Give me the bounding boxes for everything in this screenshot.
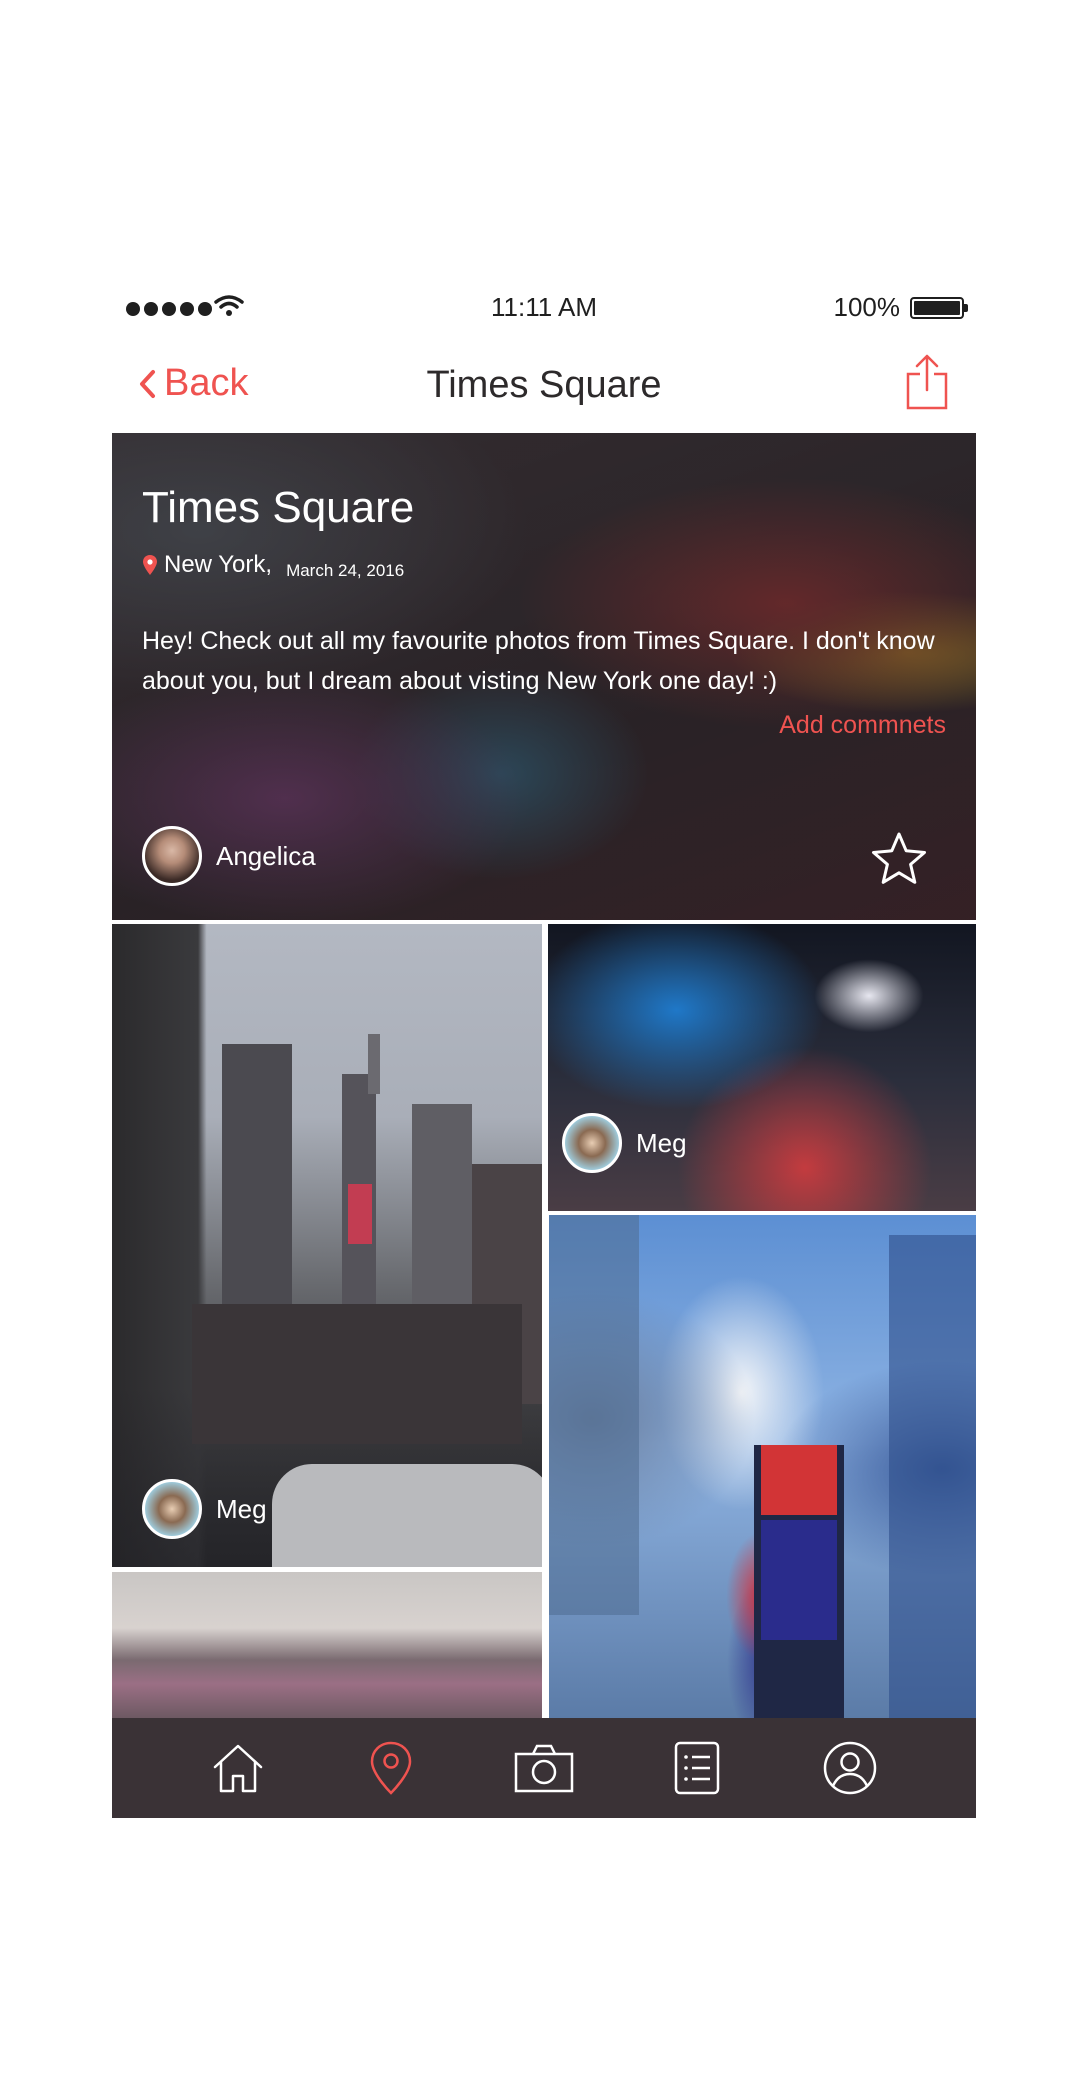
post-location: New York, March 24, 2016: [142, 551, 404, 581]
share-icon: [906, 354, 948, 410]
author-name: Meg: [636, 1127, 687, 1158]
status-bar: 11:11 AM 100%: [112, 280, 976, 330]
avatar: [142, 1479, 202, 1539]
avatar: [562, 1113, 622, 1173]
photo-image: [549, 1215, 976, 1723]
star-icon: [872, 832, 926, 884]
camera-icon: [514, 1744, 574, 1793]
tab-home[interactable]: [203, 1733, 273, 1803]
location-pin-icon: [143, 555, 157, 575]
tab-profile[interactable]: [815, 1733, 885, 1803]
home-icon: [214, 1744, 263, 1793]
author-name: Angelica: [216, 840, 316, 871]
photo-tile[interactable]: Meg: [548, 924, 976, 1211]
author-name: Meg: [216, 1493, 267, 1524]
add-comments-link[interactable]: Add commnets: [779, 711, 946, 740]
post-title: Times Square: [142, 483, 415, 532]
photo-author[interactable]: Meg: [142, 1479, 267, 1539]
tab-camera[interactable]: [509, 1733, 579, 1803]
post-description: Hey! Check out all my favourite photos f…: [142, 627, 935, 695]
post-date: March 24, 2016: [286, 561, 405, 580]
tab-places[interactable]: [356, 1733, 426, 1803]
battery-icon: [910, 297, 968, 319]
profile-icon: [823, 1741, 876, 1795]
photo-tile[interactable]: [112, 1572, 542, 1732]
phone-screen: 11:11 AM 100% Back Times Square Times Sq…: [112, 280, 976, 1818]
list-icon: [674, 1741, 720, 1795]
share-button[interactable]: [904, 352, 950, 417]
tab-bar: [112, 1718, 976, 1818]
city-label: New York,: [164, 551, 273, 578]
hero-post: Times Square New York, March 24, 2016 He…: [112, 433, 976, 920]
photo-image: [112, 1572, 542, 1732]
photo-author[interactable]: Meg: [562, 1113, 687, 1173]
location-city: New York,: [142, 551, 272, 579]
photo-tile[interactable]: [549, 1215, 976, 1723]
photo-image: [112, 924, 542, 1567]
avatar: [142, 826, 202, 886]
battery-percentage: 100%: [833, 292, 901, 322]
location-pin-icon: [370, 1741, 412, 1795]
navigation-bar: Back Times Square: [112, 340, 976, 424]
photo-tile[interactable]: Meg: [112, 924, 542, 1567]
tab-list[interactable]: [662, 1733, 732, 1803]
page-title: Times Square: [426, 364, 662, 406]
post-author[interactable]: Angelica: [142, 826, 316, 886]
favorite-button[interactable]: [870, 831, 928, 892]
